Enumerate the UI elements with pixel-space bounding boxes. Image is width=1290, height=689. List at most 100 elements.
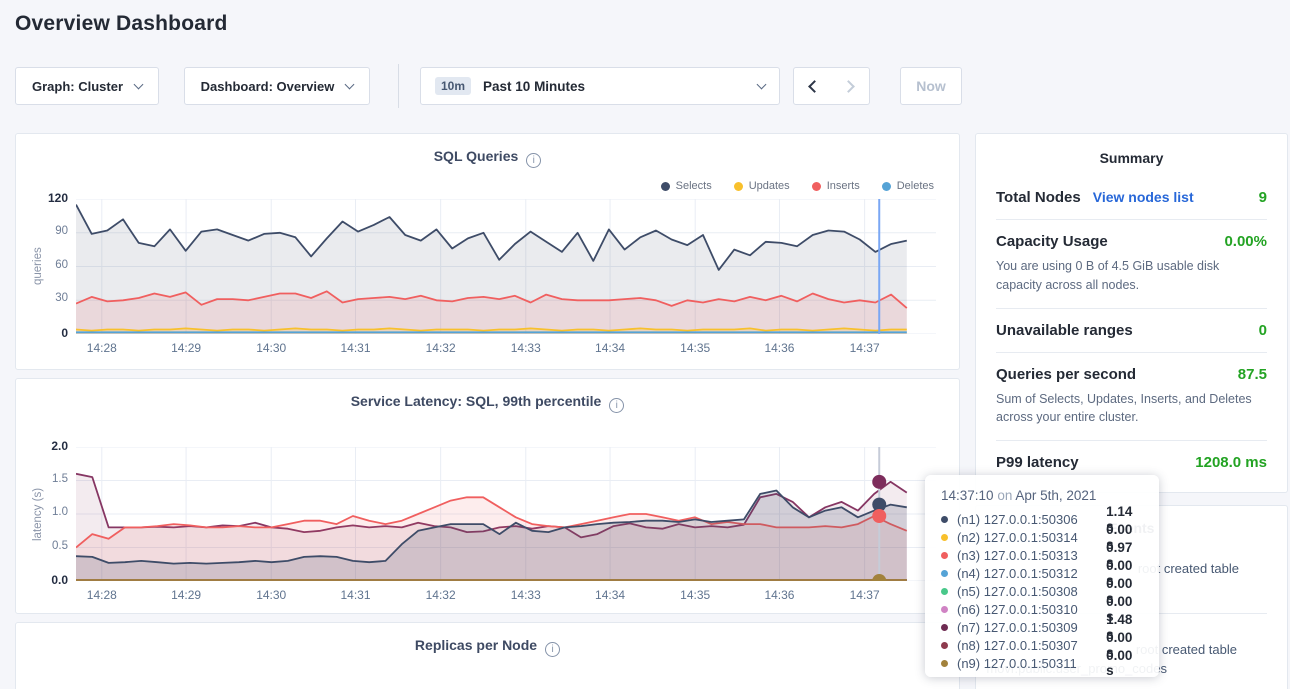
- chart-title: Service Latency: SQL, 99th percentile i: [16, 393, 959, 413]
- legend-dot-icon: [734, 182, 743, 191]
- tooltip-node-address: (n4) 127.0.0.1:50312: [957, 566, 1106, 581]
- y-tick-label: 60: [16, 259, 68, 271]
- summary-row-value: 9: [1259, 189, 1267, 206]
- legend-item[interactable]: Selects: [661, 180, 712, 192]
- x-tick-label: 14:32: [416, 341, 466, 355]
- tooltip-row: (n9) 127.0.0.1:503110.00 s: [941, 654, 1143, 672]
- chevron-down-icon: [345, 80, 355, 90]
- summary-row-label: Unavailable ranges: [996, 322, 1133, 339]
- x-tick-label: 14:36: [754, 341, 804, 355]
- legend-dot-icon: [812, 182, 821, 191]
- y-tick-label: 0.5: [16, 540, 68, 552]
- range-label: Past 10 Minutes: [483, 79, 585, 94]
- summary-row-value: 0: [1259, 322, 1267, 339]
- x-tick-label: 14:33: [501, 588, 551, 602]
- summary-row-value: 1208.0 ms: [1195, 454, 1267, 471]
- summary-title: Summary: [996, 150, 1267, 166]
- legend-label: Inserts: [827, 180, 860, 192]
- now-button[interactable]: Now: [900, 67, 962, 105]
- x-tick-label: 14:36: [754, 588, 804, 602]
- tooltip-node-address: (n2) 127.0.0.1:50314: [957, 530, 1106, 545]
- y-tick-label: 90: [16, 225, 68, 237]
- node-series-dot-icon: [941, 624, 948, 631]
- x-tick-label: 14:28: [77, 588, 127, 602]
- sql-queries-chart-card: SQL Queriesi Selects Updates Inserts Delete…: [15, 133, 960, 370]
- chart-title: SQL Queriesi: [16, 148, 959, 168]
- y-tick-label: 1.5: [16, 473, 68, 485]
- x-tick-label: 14:33: [501, 341, 551, 355]
- summary-row-description: Sum of Selects, Updates, Inserts, and De…: [996, 390, 1267, 428]
- summary-row-description: You are using 0 B of 4.5 GiB usable disk…: [996, 257, 1267, 295]
- legend-item[interactable]: Updates: [734, 180, 790, 192]
- chart-title-text: Replicas per Node: [415, 637, 537, 653]
- x-tick-label: 14:37: [840, 341, 890, 355]
- chart-plot-area[interactable]: [76, 199, 936, 334]
- x-tick-label: 14:35: [670, 588, 720, 602]
- summary-row: Queries per second87.5Sum of Selects, Up…: [996, 352, 1267, 441]
- x-tick-label: 14:31: [331, 341, 381, 355]
- toolbar-divider: [398, 64, 399, 108]
- legend-dot-icon: [882, 182, 891, 191]
- time-range-dropdown[interactable]: 10m Past 10 Minutes: [420, 67, 780, 105]
- legend-item[interactable]: Deletes: [882, 180, 934, 192]
- legend-label: Deletes: [897, 180, 934, 192]
- chart-title: Replicas per Node i: [16, 637, 959, 657]
- node-series-dot-icon: [941, 642, 948, 649]
- chart-plot-area[interactable]: [76, 447, 936, 581]
- info-icon[interactable]: i: [609, 398, 624, 413]
- x-tick-label: 14:37: [840, 588, 890, 602]
- legend-label: Selects: [676, 180, 712, 192]
- time-prev-button[interactable]: [793, 67, 832, 105]
- x-tick-label: 14:32: [416, 588, 466, 602]
- dashboard-dropdown-label: Dashboard: Overview: [201, 79, 335, 94]
- summary-panel: Summary Total NodesView nodes list9Capac…: [975, 133, 1288, 493]
- summary-row: Capacity Usage 0.00% You are using 0 B of …: [996, 219, 1267, 308]
- tooltip-node-address: (n3) 127.0.0.1:50313: [957, 548, 1106, 563]
- summary-row: Total NodesView nodes list9: [996, 176, 1267, 219]
- legend-item[interactable]: Inserts: [812, 180, 860, 192]
- summary-row-label: Capacity Usage: [996, 233, 1108, 250]
- node-series-dot-icon: [941, 606, 948, 613]
- chevron-down-icon: [134, 80, 144, 90]
- tooltip-node-address: (n5) 127.0.0.1:50308: [957, 584, 1106, 599]
- x-tick-label: 14:31: [331, 588, 381, 602]
- replicas-per-node-chart-card: Replicas per Node i: [15, 622, 960, 689]
- graph-dropdown[interactable]: Graph: Cluster: [15, 67, 159, 105]
- chart-title-text: Service Latency: SQL, 99th percentile: [351, 393, 602, 409]
- service-latency-chart-card: Service Latency: SQL, 99th percentilei l…: [15, 378, 960, 614]
- y-tick-label: 120: [16, 191, 68, 205]
- node-series-dot-icon: [941, 516, 948, 523]
- time-next-button[interactable]: [831, 67, 870, 105]
- tooltip-node-address: (n6) 127.0.0.1:50310: [957, 602, 1106, 617]
- node-series-dot-icon: [941, 660, 948, 667]
- chevron-down-icon: [757, 80, 767, 90]
- summary-row-label: P99 latency: [996, 454, 1079, 471]
- legend-dot-icon: [661, 182, 670, 191]
- node-series-dot-icon: [941, 534, 948, 541]
- chart-hover-tooltip: 14:37:10 on Apr 5th, 2021 (n1) 127.0.0.1…: [925, 475, 1159, 677]
- tooltip-timestamp: 14:37:10 on Apr 5th, 2021: [941, 488, 1143, 503]
- dashboard-dropdown[interactable]: Dashboard: Overview: [184, 67, 370, 105]
- view-nodes-list-link[interactable]: View nodes list: [1093, 189, 1194, 205]
- node-series-dot-icon: [941, 570, 948, 577]
- chevron-left-icon: [808, 80, 821, 93]
- summary-row-label: Queries per second: [996, 366, 1136, 383]
- x-tick-label: 14:28: [77, 341, 127, 355]
- tooltip-node-address: (n9) 127.0.0.1:50311: [957, 656, 1106, 671]
- tooltip-node-value: 0.00 s: [1106, 648, 1143, 678]
- y-tick-label: 0: [16, 326, 68, 340]
- info-icon[interactable]: i: [526, 153, 541, 168]
- page-title: Overview Dashboard: [15, 12, 228, 36]
- summary-row-value: 0.00%: [1224, 233, 1267, 250]
- x-tick-label: 14:30: [246, 588, 296, 602]
- tooltip-node-address: (n7) 127.0.0.1:50309: [957, 620, 1106, 635]
- y-tick-label: 2.0: [16, 439, 68, 453]
- y-tick-label: 1.0: [16, 506, 68, 518]
- node-series-dot-icon: [941, 552, 948, 559]
- info-icon[interactable]: i: [545, 642, 560, 657]
- x-tick-label: 14:29: [161, 341, 211, 355]
- tooltip-node-address: (n1) 127.0.0.1:50306: [957, 512, 1106, 527]
- node-series-dot-icon: [941, 588, 948, 595]
- y-tick-label: 30: [16, 292, 68, 304]
- summary-row: Unavailable ranges 0: [996, 308, 1267, 352]
